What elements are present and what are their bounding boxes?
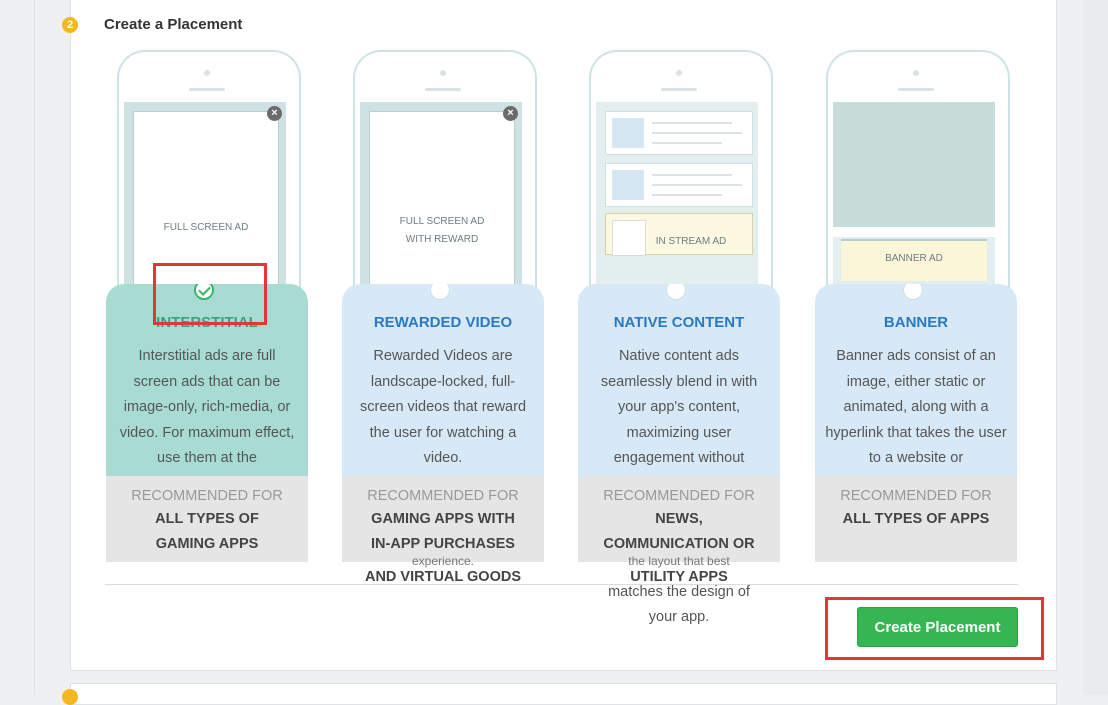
close-icon: × <box>503 106 518 121</box>
phone-illustration: FULL SCREEN AD × <box>117 50 301 288</box>
card-title: BANNER <box>883 314 949 331</box>
phone-screen: FULL SCREEN AD × <box>124 102 286 288</box>
recommended-line: ALL TYPES OF <box>155 511 259 527</box>
recommended-line-overflow: AND VIRTUAL GOODS <box>364 569 522 585</box>
phone-illustration: BANNER AD <box>826 50 1010 288</box>
card-body: INTERSTITIAL Interstitial ads are full s… <box>106 284 308 476</box>
card-description: Interstitial ads are full screen ads tha… <box>119 348 295 466</box>
phone-screen: IN STREAM AD <box>596 102 758 288</box>
banner-ad-strip: BANNER AD <box>841 239 987 281</box>
radio-selected[interactable] <box>194 284 214 300</box>
recommended-line: GAMING APPS <box>155 536 259 552</box>
text-line <box>652 174 732 176</box>
footer-divider <box>105 584 1018 585</box>
native-thumbnail <box>612 170 644 200</box>
close-icon: × <box>267 106 282 121</box>
native-item <box>605 111 753 155</box>
card-title: REWARDED VIDEO <box>373 314 513 331</box>
phone-camera <box>676 70 682 76</box>
card-description: Rewarded Videos are landscape-locked, fu… <box>359 348 527 466</box>
text-line <box>652 122 732 124</box>
text-line <box>652 194 722 196</box>
left-border <box>34 0 35 695</box>
card-body: NATIVE CONTENT Native content ads seamle… <box>578 284 780 476</box>
card-description: Native content ads seamlessly blend in w… <box>600 348 758 466</box>
content-area <box>833 102 995 227</box>
native-thumbnail <box>612 118 644 148</box>
step-title: Create a Placement <box>104 16 243 33</box>
recommended-value: GAMING APPS WITH IN-APP PURCHASES <box>342 507 544 557</box>
recommended-value: ALL TYPES OF GAMING APPS <box>106 507 308 557</box>
card-body: REWARDED VIDEO Rewarded Videos are lands… <box>342 284 544 476</box>
radio-unselected[interactable] <box>666 284 686 300</box>
content-gap <box>833 227 995 237</box>
phone-speaker <box>189 88 225 91</box>
recommended-line: NEWS, <box>655 511 703 527</box>
right-rail <box>1083 0 1108 695</box>
in-stream-ad: IN STREAM AD <box>605 213 753 256</box>
recommended-value: NEWS, COMMUNICATION OR <box>578 507 780 557</box>
ad-frame: FULL SCREEN AD WITH REWARD <box>369 111 515 288</box>
card-title: INTERSTITIAL <box>156 314 258 331</box>
placement-card-interstitial[interactable]: FULL SCREEN AD × INTERSTITIAL Interstiti… <box>106 50 319 562</box>
recommended-line: ALL TYPES OF APPS <box>842 511 990 527</box>
placement-card-rewarded-video[interactable]: FULL SCREEN AD WITH REWARD × REWARDED VI… <box>342 50 555 585</box>
phone-screen: FULL SCREEN AD WITH REWARD × <box>360 102 522 288</box>
recommended-label: RECOMMENDED FOR <box>840 488 992 504</box>
card-title: NATIVE CONTENT <box>613 314 745 331</box>
recommended-label: RECOMMENDED FOR <box>367 488 519 504</box>
native-item <box>605 163 753 207</box>
screen-label: FULL SCREEN AD <box>163 222 249 233</box>
radio-unselected[interactable] <box>903 284 923 300</box>
recommended-value: ALL TYPES OF APPS <box>815 507 1017 532</box>
next-step-panel <box>70 683 1057 705</box>
recommended-box: RECOMMENDED FOR GAMING APPS WITH IN-APP … <box>342 476 544 562</box>
recommended-label: RECOMMENDED FOR <box>131 488 283 504</box>
phone-speaker <box>661 88 697 91</box>
radio-unselected[interactable] <box>430 284 450 300</box>
text-line <box>652 184 742 186</box>
placement-card-banner[interactable]: BANNER AD BANNER Banner ads consist of a… <box>815 50 1028 562</box>
text-line <box>652 132 742 134</box>
recommended-box: RECOMMENDED FOR ALL TYPES OF GAMING APPS <box>106 476 308 562</box>
create-placement-button[interactable]: Create Placement <box>857 607 1018 647</box>
next-step-badge <box>62 689 78 705</box>
placement-card-native-content[interactable]: IN STREAM AD NATIVE CONTENT Native conte… <box>578 50 791 625</box>
recommended-box: RECOMMENDED FOR NEWS, COMMUNICATION OR <box>578 476 780 562</box>
recommended-box: RECOMMENDED FOR ALL TYPES OF APPS <box>815 476 1017 562</box>
card-description: Banner ads consist of an image, either s… <box>825 348 1007 466</box>
overflow-text: your app. <box>648 609 710 625</box>
phone-speaker <box>898 88 934 91</box>
recommended-label: RECOMMENDED FOR <box>603 488 755 504</box>
phone-camera <box>204 70 210 76</box>
phone-illustration: FULL SCREEN AD WITH REWARD × <box>353 50 537 288</box>
screen-label: BANNER AD <box>885 253 943 264</box>
phone-camera <box>913 70 919 76</box>
card-body: BANNER Banner ads consist of an image, e… <box>815 284 1017 476</box>
screen-label: IN STREAM AD <box>655 236 727 247</box>
text-line <box>652 142 722 144</box>
recommended-line: GAMING APPS WITH <box>371 511 515 527</box>
phone-camera <box>440 70 446 76</box>
phone-screen: BANNER AD <box>833 102 995 288</box>
phone-illustration: IN STREAM AD <box>589 50 773 288</box>
phone-speaker <box>425 88 461 91</box>
screen-label: WITH REWARD <box>405 234 479 245</box>
screen-label: FULL SCREEN AD <box>399 216 485 227</box>
step-badge: 2 <box>62 17 78 33</box>
ad-frame: FULL SCREEN AD <box>133 111 279 288</box>
